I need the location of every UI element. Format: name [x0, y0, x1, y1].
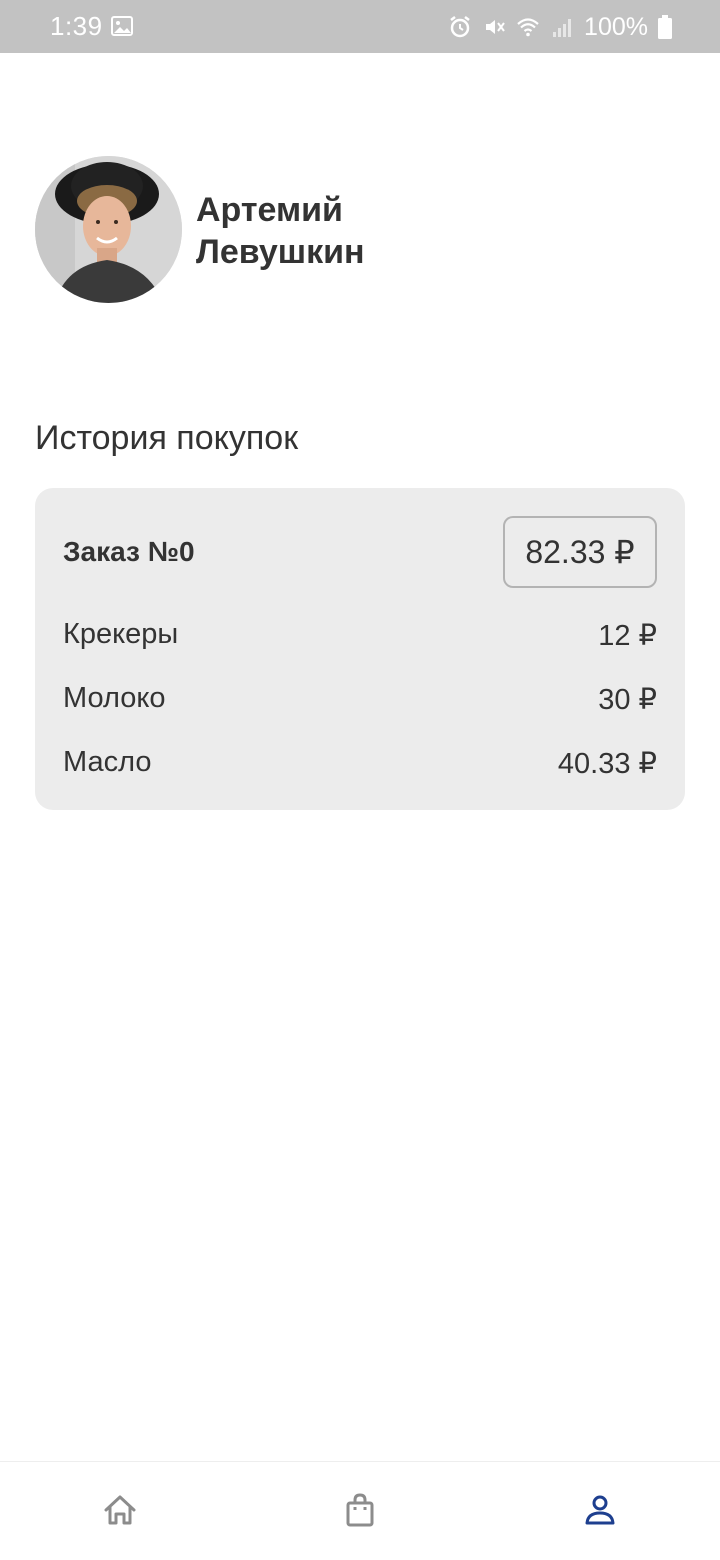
order-card[interactable]: Заказ №0 82.33 ₽ Крекеры 12 ₽ Молоко 30 … — [35, 488, 685, 810]
user-last-name: Левушкин — [196, 233, 365, 271]
order-item-price: 30 ₽ — [598, 684, 657, 716]
image-icon — [111, 16, 133, 36]
order-item-name: Масло — [63, 746, 152, 778]
mute-icon — [482, 15, 506, 39]
order-item: Крекеры 12 ₽ — [63, 618, 657, 653]
avatar — [35, 156, 182, 303]
bottom-navigation — [0, 1461, 720, 1560]
order-total-badge: 82.33 ₽ — [503, 516, 657, 588]
purchase-history-title: История покупок — [35, 419, 299, 457]
nav-profile-button[interactable] — [580, 1490, 620, 1530]
battery-icon — [658, 15, 672, 39]
nav-cart-button[interactable] — [340, 1490, 380, 1530]
alarm-icon — [448, 15, 472, 39]
wifi-icon — [516, 15, 540, 39]
home-icon — [102, 1492, 138, 1528]
nav-home-button[interactable] — [100, 1490, 140, 1530]
signal-icon — [550, 15, 574, 39]
order-item-price: 12 ₽ — [598, 620, 657, 652]
order-item: Молоко 30 ₽ — [63, 682, 657, 717]
status-time: 1:39 — [50, 11, 103, 41]
order-title: Заказ №0 — [63, 536, 195, 567]
shopping-bag-icon — [342, 1492, 378, 1528]
status-icons: 100% — [448, 11, 672, 43]
status-bar: 1:39 100% — [0, 0, 720, 53]
order-item-name: Крекеры — [63, 618, 179, 650]
profile-icon — [582, 1492, 618, 1528]
user-first-name: Артемий — [196, 191, 343, 229]
order-item-name: Молоко — [63, 682, 166, 714]
user-name: Артемий Левушкин — [196, 189, 516, 273]
order-item: Масло 40.33 ₽ — [63, 746, 657, 781]
order-item-price: 40.33 ₽ — [557, 748, 657, 780]
battery-percent: 100% — [584, 12, 648, 41]
